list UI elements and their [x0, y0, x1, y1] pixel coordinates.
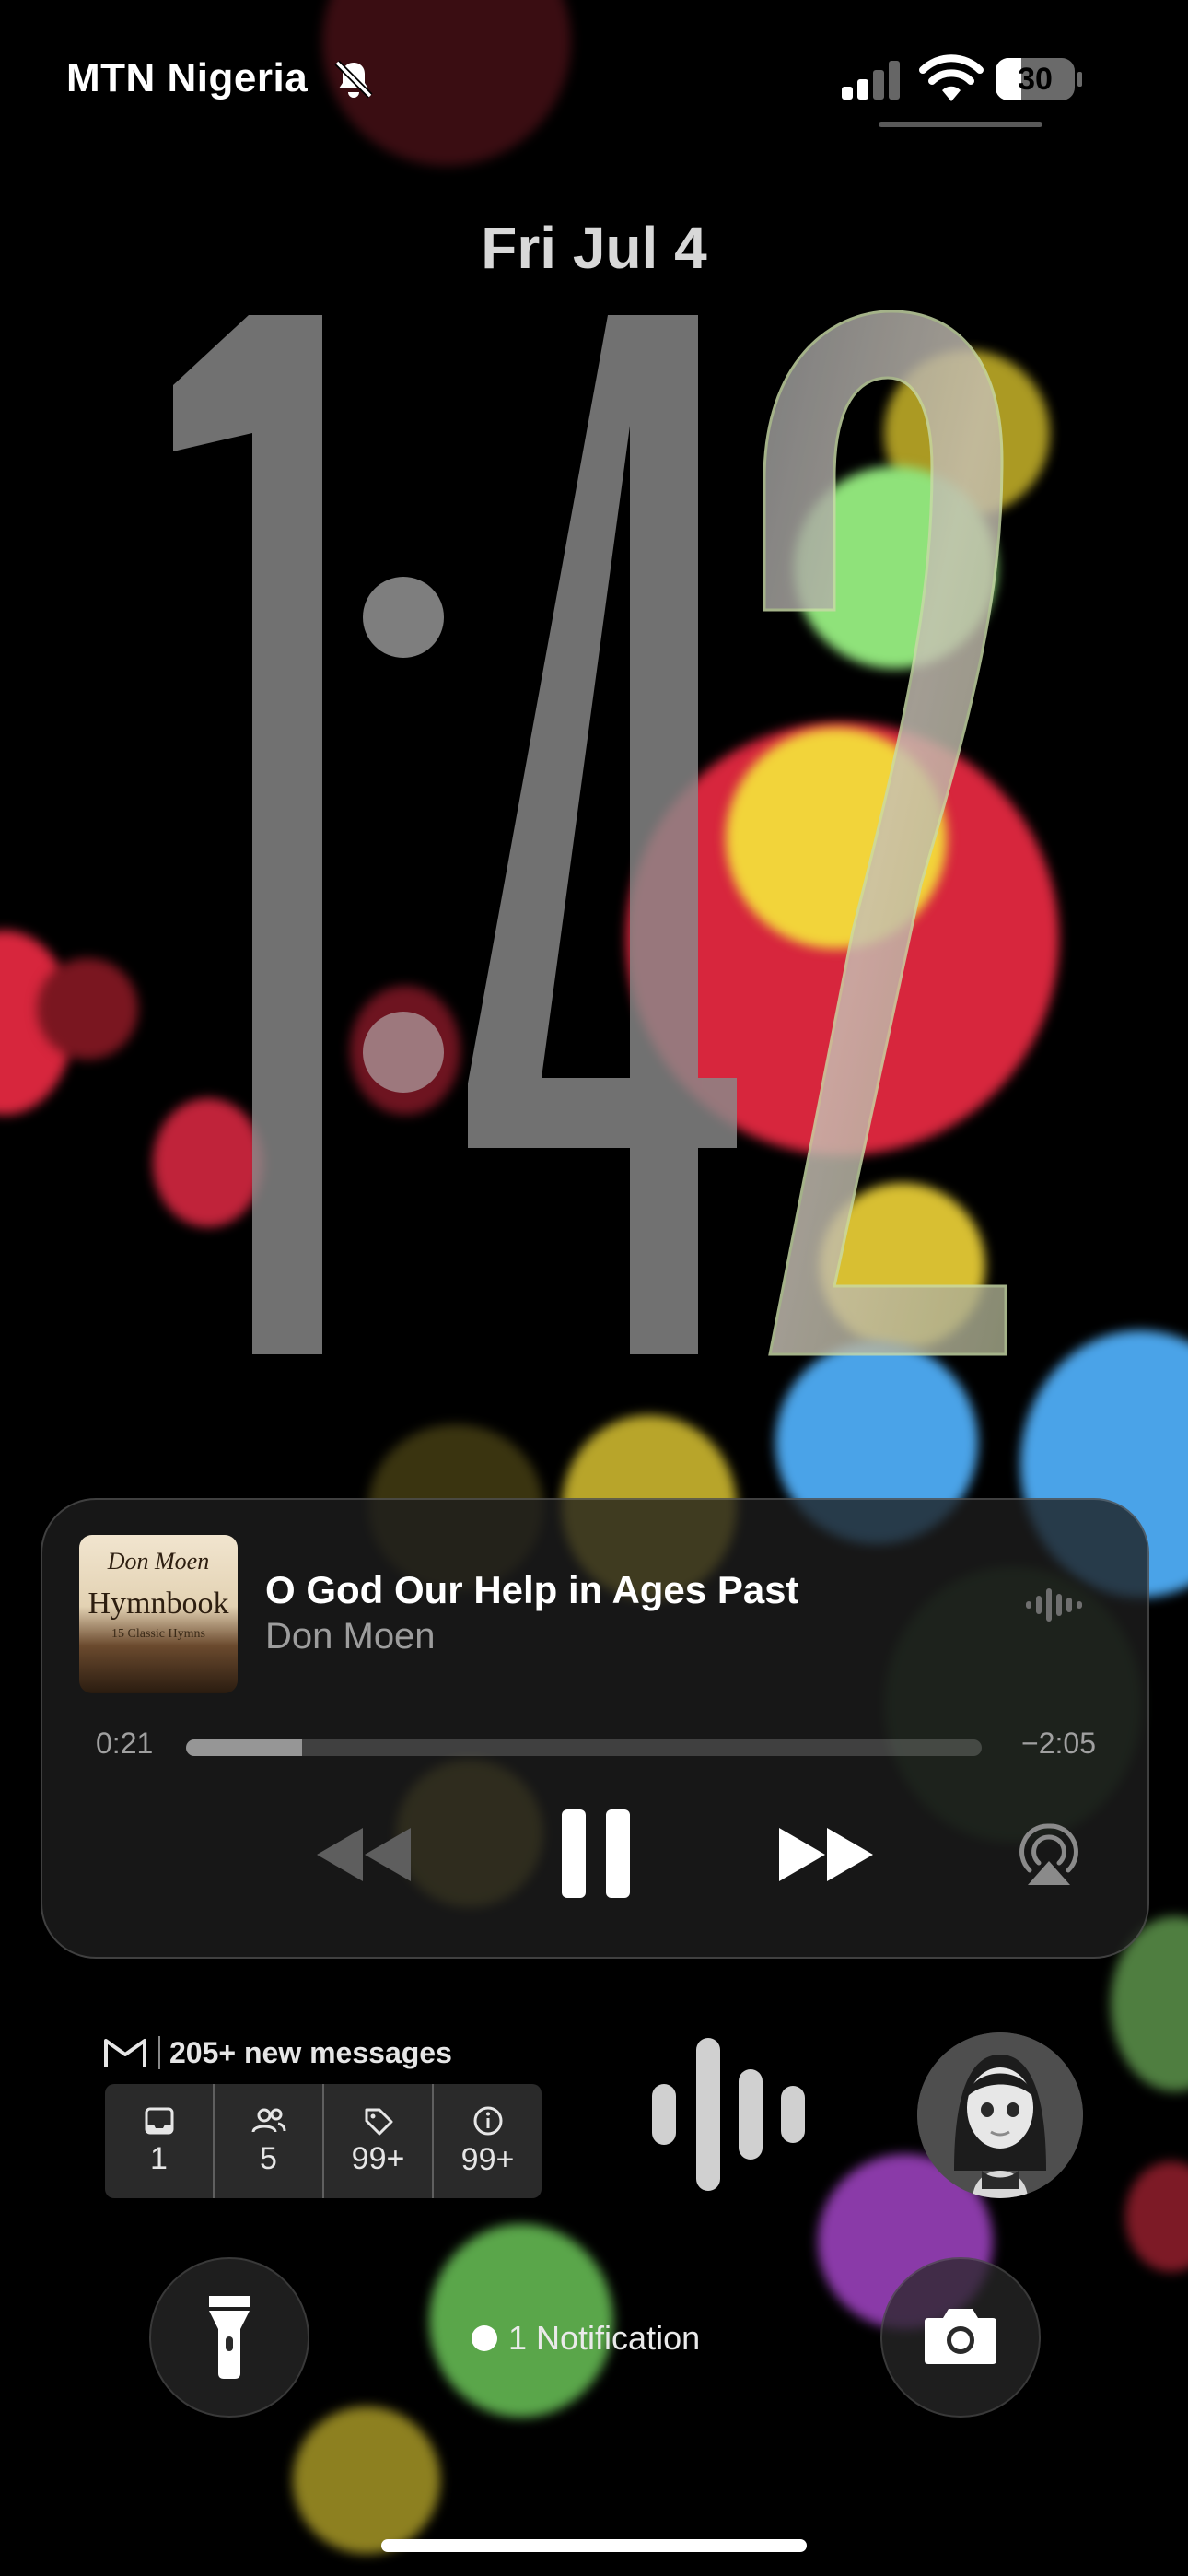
gmail-categories: 1 5 99+ 99+ — [105, 2084, 542, 2198]
status-indicator-line — [879, 122, 1042, 127]
notification-summary[interactable]: 1 Notification — [472, 2316, 700, 2360]
album-art-subtitle: 15 Classic Hymns — [111, 1627, 205, 1641]
carrier-name: MTN Nigeria — [66, 55, 309, 100]
flashlight-icon — [209, 2296, 250, 2379]
camera-icon — [925, 2309, 996, 2364]
voice-memo-widget[interactable] — [648, 2036, 807, 2193]
status-bar: MTN Nigeria 30 — [0, 0, 1188, 166]
gmail-count-inbox: 1 — [150, 2140, 168, 2176]
lock-clock — [173, 310, 1007, 1356]
battery-level: 30 — [1018, 62, 1053, 97]
inbox-icon — [145, 2107, 173, 2134]
album-art-artist: Don Moen — [107, 1548, 210, 1575]
wallpaper-bokeh — [1125, 2161, 1188, 2272]
gmail-count-promotions: 99+ — [351, 2140, 405, 2176]
remaining-time: −2:05 — [1021, 1727, 1096, 1760]
album-art-title: Hymnbook — [87, 1587, 229, 1621]
avatar[interactable] — [917, 2032, 1083, 2198]
gmail-headline: 205+ new messages — [169, 2035, 452, 2069]
gmail-category-inbox[interactable]: 1 — [105, 2084, 215, 2198]
playback-progress-fill — [186, 1739, 303, 1756]
song-title: O God Our Help in Ages Past — [265, 1568, 799, 1611]
people-icon — [251, 2108, 285, 2133]
flashlight-button[interactable] — [149, 2257, 309, 2418]
fast-forward-icon[interactable] — [775, 1824, 877, 1885]
album-art[interactable]: Don Moen Hymnbook 15 Classic Hymns — [79, 1535, 238, 1693]
notification-dot — [472, 2325, 497, 2351]
gmail-icon — [104, 2039, 146, 2067]
wifi-icon — [919, 54, 984, 101]
avatar-image — [917, 2032, 1083, 2198]
info-icon — [473, 2106, 502, 2135]
gmail-header: 205+ new messages — [103, 2032, 452, 2073]
home-indicator[interactable] — [381, 2539, 807, 2552]
playback-progress-bar[interactable] — [186, 1739, 982, 1756]
gmail-category-promotions[interactable]: 99+ — [324, 2084, 434, 2198]
tag-icon — [365, 2108, 392, 2135]
notification-text: 1 Notification — [508, 2319, 701, 2357]
airplay-icon[interactable] — [1017, 1821, 1081, 1887]
wallpaper-bokeh — [293, 2406, 440, 2554]
gmail-widget[interactable]: 205+ new messages 1 5 99+ 99+ — [103, 2032, 545, 2198]
gmail-category-social[interactable]: 5 — [215, 2084, 324, 2198]
pause-icon[interactable] — [560, 1808, 634, 1900]
now-playing-widget[interactable]: Don Moen Hymnbook 15 Classic Hymns O God… — [41, 1498, 1149, 1959]
lock-date: Fri Jul 4 — [481, 215, 707, 281]
cellular-signal-icon — [842, 61, 900, 100]
bell-slash-icon — [334, 60, 373, 99]
lock-screen: MTN Nigeria 30 Fri Jul 4 Don Moen Hymnbo… — [0, 0, 1188, 2576]
audio-wave-icon — [1026, 1588, 1082, 1622]
gmail-count-social: 5 — [260, 2140, 277, 2176]
gmail-category-updates[interactable]: 99+ — [434, 2084, 542, 2198]
gmail-count-updates: 99+ — [460, 2141, 515, 2177]
camera-button[interactable] — [880, 2257, 1041, 2418]
artist-name: Don Moen — [265, 1616, 436, 1657]
rewind-icon[interactable] — [313, 1824, 414, 1885]
gmail-divider — [158, 2036, 160, 2069]
elapsed-time: 0:21 — [96, 1727, 154, 1760]
